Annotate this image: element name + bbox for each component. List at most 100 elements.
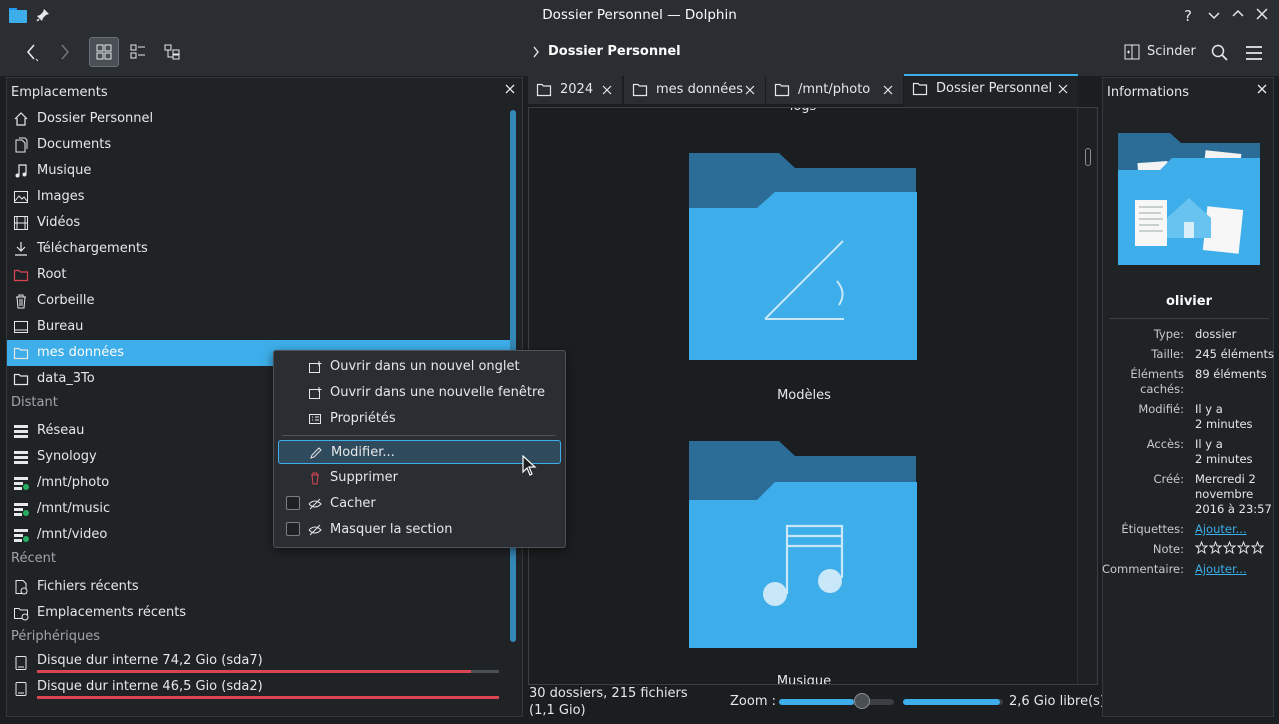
place-label: Dossier Personnel <box>37 111 154 126</box>
close-window-icon[interactable] <box>1256 8 1268 20</box>
folder-icon <box>13 345 29 361</box>
place-item-dossier-personnel[interactable]: Dossier Personnel <box>7 106 510 132</box>
info-value: Il y a 2 minutes <box>1195 402 1253 431</box>
edit-icon <box>309 446 323 460</box>
close-panel-icon[interactable] <box>1257 84 1271 98</box>
network-icon <box>13 423 29 439</box>
new-tab-icon <box>308 360 322 374</box>
music-icon <box>13 163 29 179</box>
breadcrumb-chevron-icon <box>532 46 540 58</box>
rating-stars[interactable] <box>1195 541 1265 558</box>
menu-item-modifier[interactable]: Modifier... <box>278 440 561 464</box>
breadcrumb[interactable]: Dossier Personnel <box>548 44 681 59</box>
desktop-icon <box>13 319 29 335</box>
folder-icon <box>536 83 552 97</box>
network-share-icon <box>13 475 29 491</box>
context-menu: Ouvrir dans un nouvel onglet Ouvrir dans … <box>273 350 566 548</box>
close-tab-icon[interactable] <box>601 84 613 96</box>
place-label: Bureau <box>37 319 84 334</box>
place-label: mes données <box>37 345 125 360</box>
tab-2024[interactable]: 2024 <box>528 76 622 105</box>
tab-label: /mnt/photo <box>798 82 871 97</box>
close-panel-icon[interactable] <box>505 84 519 98</box>
documents-icon <box>13 137 29 153</box>
place-item-fichiers-recents[interactable]: Fichiers récents <box>7 574 510 600</box>
place-item-images[interactable]: Images <box>7 184 510 210</box>
add-link[interactable]: Ajouter... <box>1195 562 1247 577</box>
place-item-documents[interactable]: Documents <box>7 132 510 158</box>
place-label: Téléchargements <box>37 241 148 256</box>
download-icon <box>13 241 29 257</box>
properties-icon <box>308 412 322 426</box>
menu-checkbox[interactable] <box>286 496 300 510</box>
folder-icon <box>689 441 917 648</box>
place-item-device[interactable]: Disque dur interne 74,2 Gio (sda7) <box>7 650 510 676</box>
place-label: Vidéos <box>37 215 81 230</box>
file-view: logs Modèles Musique <box>528 107 1098 685</box>
zoom-slider-fill <box>779 699 854 705</box>
zoom-slider-handle[interactable] <box>853 693 870 709</box>
videos-icon <box>13 215 29 231</box>
folder-icon <box>13 371 29 387</box>
menu-separator <box>282 435 556 436</box>
place-label: data_3To <box>37 371 95 386</box>
place-item-root[interactable]: Root <box>7 262 510 288</box>
home-icon <box>13 111 29 127</box>
menu-item-supprimer[interactable]: Supprimer <box>278 466 561 490</box>
place-item-telechargements[interactable]: Téléchargements <box>7 236 510 262</box>
tab-dossier-personnel[interactable]: Dossier Personnel <box>904 74 1078 107</box>
folder-icon <box>632 83 648 97</box>
folder-item[interactable]: Musique <box>679 438 929 684</box>
info-key-acces: Accès: <box>1146 437 1184 451</box>
menu-item-proprietes[interactable]: Propriétés <box>278 407 561 431</box>
place-item-musique[interactable]: Musique <box>7 158 510 184</box>
place-item-videos[interactable]: Vidéos <box>7 210 510 236</box>
info-divider <box>1109 318 1269 319</box>
place-item-bureau[interactable]: Bureau <box>7 314 510 340</box>
title-bar: Dossier Personnel — Dolphin ? <box>0 0 1279 30</box>
menu-item-label: Ouvrir dans une nouvelle fenêtre <box>330 385 546 400</box>
info-key-elements-caches: Éléments cachés: <box>1130 367 1184 396</box>
place-label: Images <box>37 189 85 204</box>
menu-checkbox[interactable] <box>286 522 300 536</box>
place-item-corbeille[interactable]: Corbeille <box>7 288 510 314</box>
place-label: Emplacements récents <box>37 605 187 620</box>
minimize-icon[interactable] <box>1208 10 1220 20</box>
tab-mes-donnees[interactable]: mes données <box>624 76 765 105</box>
disk-space-fill <box>903 699 1000 705</box>
trash-icon <box>13 293 29 309</box>
icons-view-button[interactable] <box>89 37 119 67</box>
folder-item[interactable]: Modèles <box>679 148 929 408</box>
forward-button[interactable] <box>50 37 80 67</box>
menu-item-masquer-la-section[interactable]: Masquer la section <box>278 518 561 542</box>
scrollbar-handle[interactable] <box>1085 148 1091 166</box>
place-item-device[interactable]: Disque dur interne 46,5 Gio (sda2) <box>7 676 510 702</box>
tab-mnt-photo[interactable]: /mnt/photo <box>766 76 903 105</box>
search-icon[interactable] <box>1211 44 1229 62</box>
menu-item-cacher[interactable]: Cacher <box>278 492 561 516</box>
recent-places-icon <box>13 605 29 621</box>
menu-item-ouvrir-dans-un-nouvel-onglet[interactable]: Ouvrir dans un nouvel onglet <box>278 355 561 379</box>
home-folder-preview-icon <box>1118 133 1260 265</box>
tab-label: mes données <box>656 82 744 97</box>
place-label: Corbeille <box>37 293 95 308</box>
maximize-icon[interactable] <box>1232 9 1244 19</box>
hamburger-menu-icon[interactable] <box>1245 45 1263 61</box>
back-button[interactable] <box>16 37 46 67</box>
file-view-scrollbar[interactable] <box>1077 108 1097 684</box>
recent-files-icon <box>13 579 29 595</box>
folder-icon <box>774 83 790 97</box>
compact-view-button[interactable] <box>123 37 153 67</box>
menu-item-ouvrir-dans-une-nouvelle-fenetre[interactable]: Ouvrir dans une nouvelle fenêtre <box>278 381 561 405</box>
close-tab-icon[interactable] <box>744 84 756 96</box>
details-view-button[interactable] <box>157 37 187 67</box>
split-view-icon <box>1124 44 1140 60</box>
add-link[interactable]: Ajouter... <box>1195 522 1247 537</box>
close-tab-icon[interactable] <box>1057 83 1069 95</box>
zoom-slider[interactable] <box>779 693 894 710</box>
help-icon[interactable]: ? <box>1184 7 1192 25</box>
place-label: Musique <box>37 163 92 178</box>
close-tab-icon[interactable] <box>882 84 894 96</box>
split-button[interactable]: Scinder <box>1120 38 1200 66</box>
place-item-emplacements-recents[interactable]: Emplacements récents <box>7 600 510 626</box>
